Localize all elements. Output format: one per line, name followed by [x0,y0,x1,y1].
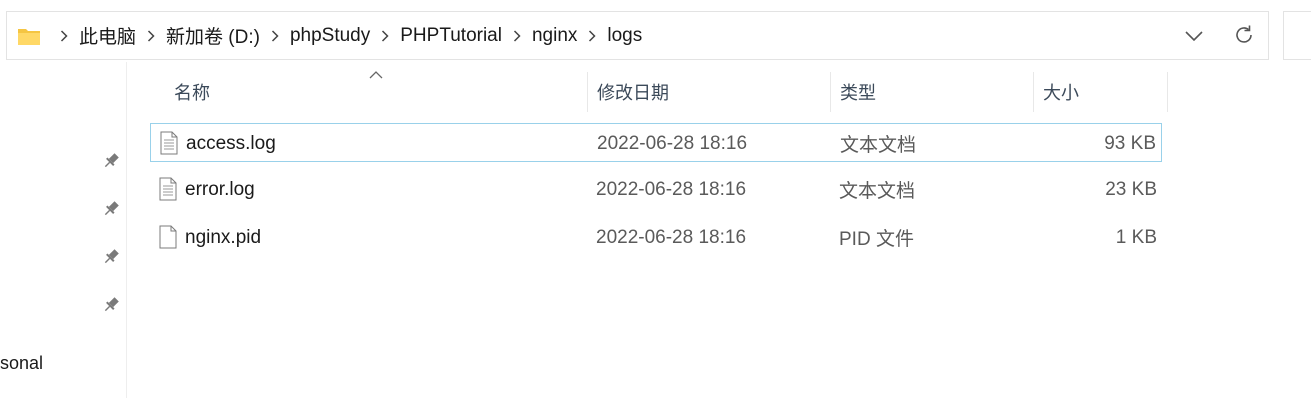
chevron-down-icon[interactable] [1183,26,1205,46]
chevron-right-icon[interactable] [508,27,526,45]
file-row[interactable]: access.log 2022-06-28 18:16 文本文档 93 KB [150,123,1162,162]
file-type: 文本文档 [840,135,917,156]
text-file-icon [159,177,177,201]
file-row[interactable]: nginx.pid 2022-06-28 18:16 PID 文件 1 KB [150,218,1162,257]
breadcrumb-item-phpstudy[interactable]: phpStudy [288,25,372,47]
breadcrumb-item-logs[interactable]: logs [605,25,644,47]
refresh-icon[interactable] [1233,24,1255,46]
column-divider[interactable] [1167,72,1168,112]
column-divider[interactable] [1033,72,1034,112]
file-size: 1 KB [1115,226,1157,248]
file-size: 23 KB [1105,178,1157,200]
file-name[interactable]: nginx.pid [185,218,261,257]
navigation-pane [0,62,127,398]
chevron-right-icon[interactable] [55,27,73,45]
breadcrumb: 此电脑 新加卷 (D:) phpStudy PHPTutorial nginx … [51,12,644,59]
chevron-right-icon[interactable] [376,27,394,45]
sort-ascending-icon [369,71,383,79]
file-date: 2022-06-28 18:16 [596,178,747,200]
blank-file-icon [159,225,177,249]
chevron-right-icon[interactable] [142,27,160,45]
nav-item-personal[interactable]: sonal [0,353,43,374]
pin-icon[interactable] [101,247,121,267]
file-name[interactable]: access.log [186,124,276,163]
breadcrumb-item-this-pc[interactable]: 此电脑 [77,22,138,49]
file-type: 文本文档 [839,181,916,202]
file-row[interactable]: error.log 2022-06-28 18:16 文本文档 23 KB [150,170,1162,209]
breadcrumb-item-phptutorial[interactable]: PHPTutorial [398,25,504,47]
column-divider[interactable] [587,72,588,112]
column-header-name[interactable]: 名称 [174,70,210,114]
chevron-right-icon[interactable] [583,27,601,45]
pin-icon[interactable] [101,295,121,315]
file-size: 93 KB [1104,132,1156,154]
column-divider[interactable] [830,72,831,112]
column-header-type[interactable]: 类型 [840,70,876,114]
column-header-size[interactable]: 大小 [1043,70,1079,114]
text-file-icon [160,131,178,155]
column-header-date[interactable]: 修改日期 [597,70,669,114]
file-date: 2022-06-28 18:16 [596,226,747,248]
pin-icon[interactable] [101,151,121,171]
search-box[interactable] [1283,11,1311,60]
file-type: PID 文件 [839,229,914,250]
breadcrumb-item-nginx[interactable]: nginx [530,25,579,47]
pin-icon[interactable] [101,199,121,219]
file-name[interactable]: error.log [185,170,255,209]
address-bar[interactable]: 此电脑 新加卷 (D:) phpStudy PHPTutorial nginx … [6,11,1269,60]
file-date: 2022-06-28 18:16 [597,132,748,154]
chevron-right-icon[interactable] [266,27,284,45]
folder-icon [18,29,40,45]
breadcrumb-item-drive-d[interactable]: 新加卷 (D:) [164,22,262,49]
